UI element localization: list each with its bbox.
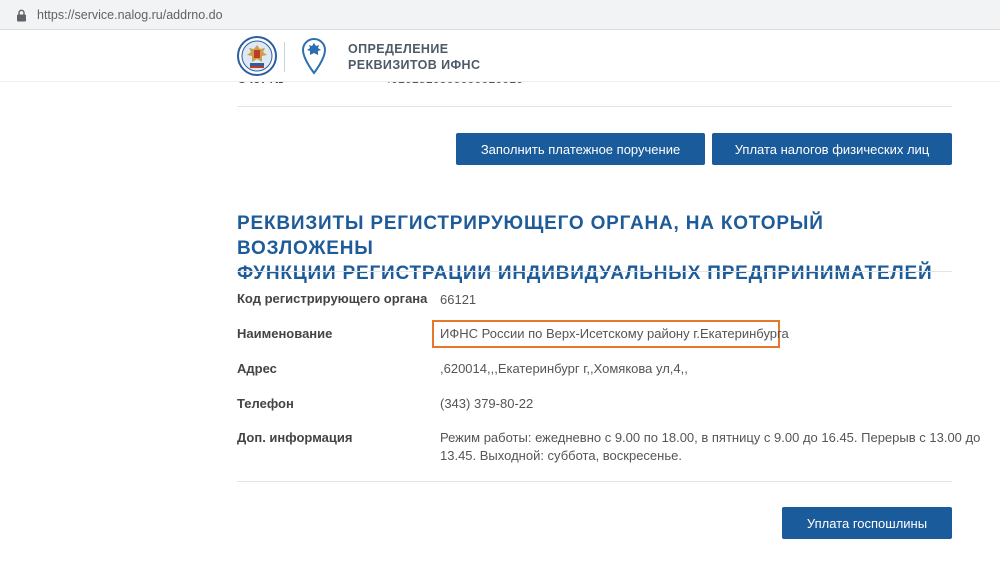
header-separator — [284, 42, 285, 72]
fns-emblem-icon[interactable] — [237, 36, 277, 76]
individual-taxes-button[interactable]: Уплата налогов физических лиц — [712, 133, 952, 165]
service-title: ОПРЕДЕЛЕНИЕ РЕКВИЗИТОВ ИФНС — [348, 41, 480, 73]
section-title: Реквизиты регистрирующего органа, на кот… — [237, 211, 952, 286]
section-title-line1: Реквизиты регистрирующего органа, на кот… — [237, 213, 824, 259]
divider-top — [237, 106, 952, 107]
lock-icon — [17, 9, 26, 22]
detail-value-info-line1: Режим работы: ежедневно с 9.00 по 18.00,… — [440, 430, 981, 445]
section-title-line2: функции регистрации индивидуальных предп… — [237, 263, 933, 284]
detail-label-name: Наименование — [237, 326, 333, 341]
url-box[interactable]: https://service.nalog.ru/addrno.do — [4, 3, 994, 27]
detail-value-info-line2: 13.45. Выходной: суббота, воскресенье. — [440, 448, 682, 463]
detail-label-phone: Телефон — [237, 396, 294, 411]
detail-label-address: Адрес — [237, 361, 277, 376]
service-title-line1: ОПРЕДЕЛЕНИЕ — [348, 42, 449, 56]
location-pin-icon — [301, 38, 327, 75]
divider-bottom — [237, 481, 952, 482]
fill-payment-order-button[interactable]: Заполнить платежное поручение — [456, 133, 705, 165]
url-text: https://service.nalog.ru/addrno.do — [37, 8, 223, 22]
divider-section — [237, 271, 952, 272]
detail-label-info: Доп. информация — [237, 430, 353, 445]
detail-value-phone: (343) 379-80-22 — [440, 396, 534, 411]
service-title-line2: РЕКВИЗИТОВ ИФНС — [348, 58, 481, 72]
state-duty-button[interactable]: Уплата госпошлины — [782, 507, 952, 539]
browser-address-bar: https://service.nalog.ru/addrno.do — [0, 0, 1000, 30]
detail-label-code: Код регистрирующего органа — [237, 291, 428, 306]
detail-value-info: Режим работы: ежедневно с 9.00 по 18.00,… — [440, 429, 981, 465]
detail-value-name: ИФНС России по Верх-Исетскому району г.Е… — [440, 326, 789, 341]
detail-value-code: 66121 — [440, 292, 477, 307]
detail-value-address: ,620014,,,Екатеринбург г,,Хомякова ул,4,… — [440, 361, 688, 376]
site-header: ОПРЕДЕЛЕНИЕ РЕКВИЗИТОВ ИФНС — [0, 30, 1000, 82]
